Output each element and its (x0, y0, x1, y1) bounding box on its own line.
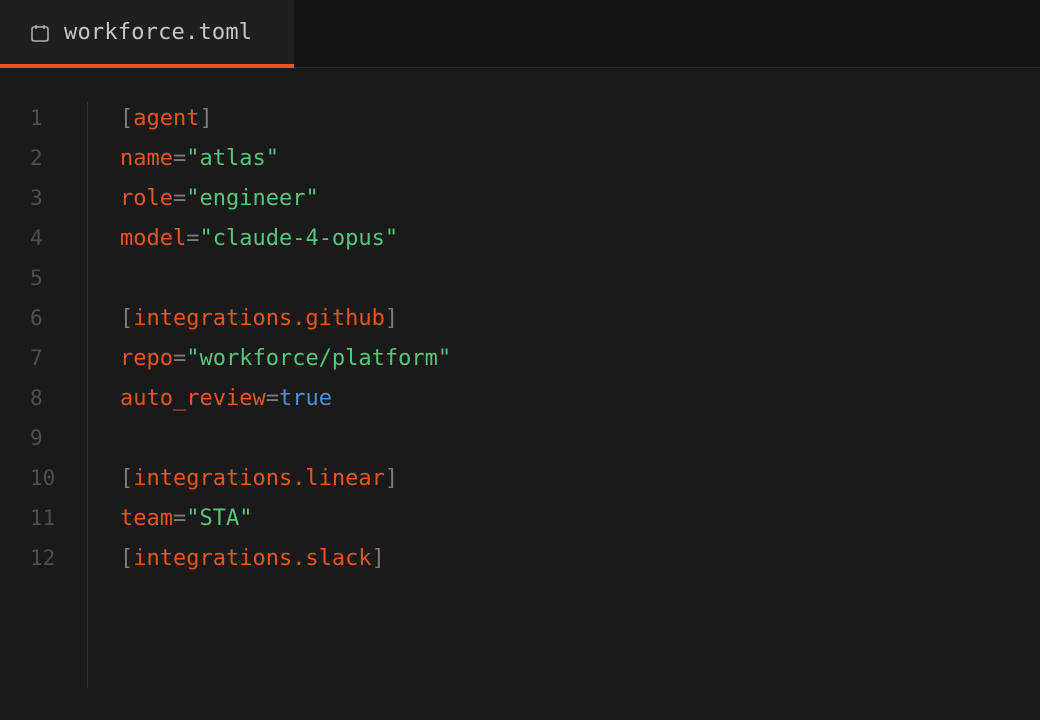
line-number: 7 (30, 346, 43, 370)
code-line[interactable]: 10 [integrations.linear] (0, 458, 1040, 498)
token-key: agent (133, 105, 200, 131)
token-str: "claude-4-opus" (199, 225, 399, 251)
code-editor: workforce.toml 1 [agent] 2 name="atlas" 3 rol… (0, 0, 1040, 720)
token-bracket: ] (384, 465, 399, 491)
code-line[interactable]: 12 [integrations.slack] (0, 538, 1040, 578)
code-content: [agent] (120, 106, 213, 131)
code-content: name="atlas" (120, 146, 279, 171)
code-content: model="claude-4-opus" (120, 226, 398, 251)
token-eq: = (172, 185, 187, 211)
code-line[interactable]: 5 (0, 258, 1040, 298)
token-eq: = (186, 225, 200, 251)
code-content: auto_review=true (120, 386, 332, 411)
code-line[interactable]: 1 [agent] (0, 98, 1040, 138)
code-line[interactable]: 6 [integrations.github] (0, 298, 1040, 338)
line-number: 6 (30, 306, 43, 330)
line-number: 11 (30, 506, 56, 530)
token-str: "workforce/platform" (186, 345, 452, 371)
line-number: 5 (30, 266, 43, 290)
token-key: integrations.linear (133, 465, 385, 491)
line-number: 10 (30, 466, 56, 490)
token-bracket: ] (384, 305, 399, 331)
code-content: [integrations.linear] (120, 466, 398, 491)
code-line[interactable]: 2 name="atlas" (0, 138, 1040, 178)
line-number: 1 (30, 106, 43, 130)
token-key: integrations.github (133, 305, 385, 331)
line-number: 8 (30, 386, 43, 410)
token-key: model (120, 225, 187, 251)
code-area[interactable]: 1 [agent] 2 name="atlas" 3 role="engineer" 4 mo… (0, 68, 1040, 720)
token-key: repo (120, 345, 173, 371)
code-line[interactable]: 4 model="claude-4-opus" (0, 218, 1040, 258)
token-key: auto_review (120, 385, 266, 411)
token-eq: = (172, 505, 187, 531)
code-content: role="engineer" (120, 186, 319, 211)
token-eq: = (265, 385, 279, 411)
tab-label: workforce.toml (64, 19, 253, 45)
token-bracket: [ (120, 465, 134, 491)
line-number: 2 (30, 146, 43, 170)
token-key: integrations.slack (133, 545, 372, 571)
line-number: 9 (30, 426, 43, 450)
code-line[interactable]: 9 (0, 418, 1040, 458)
code-line[interactable]: 8 auto_review=true (0, 378, 1040, 418)
line-number: 4 (30, 226, 43, 250)
line-number: 3 (30, 186, 43, 210)
token-eq: = (172, 345, 187, 371)
token-bracket: [ (120, 105, 134, 131)
token-bracket: ] (371, 545, 385, 571)
code-content: team="STA" (120, 506, 252, 531)
code-line[interactable]: 11 team="STA" (0, 498, 1040, 538)
token-str: "atlas" (186, 145, 279, 171)
tab-bar: workforce.toml (0, 0, 1040, 68)
token-eq: = (172, 145, 187, 171)
code-line[interactable]: 7 repo="workforce/platform" (0, 338, 1040, 378)
token-bracket: [ (120, 305, 134, 331)
token-key: name (120, 145, 173, 171)
tab-workforce-toml[interactable]: workforce.toml (0, 0, 294, 68)
file-icon (30, 23, 50, 43)
code-line[interactable]: 3 role="engineer" (0, 178, 1040, 218)
token-str: "STA" (186, 505, 253, 531)
code-content: [integrations.github] (120, 306, 398, 331)
token-bool: true (278, 385, 332, 411)
token-key: team (120, 505, 173, 531)
token-key: role (120, 185, 173, 211)
token-bracket: [ (120, 545, 134, 571)
code-content: repo="workforce/platform" (120, 346, 451, 371)
token-bracket: ] (199, 105, 213, 131)
code-content: [integrations.slack] (120, 546, 385, 571)
line-number: 12 (30, 546, 56, 570)
token-str: "engineer" (186, 185, 319, 211)
